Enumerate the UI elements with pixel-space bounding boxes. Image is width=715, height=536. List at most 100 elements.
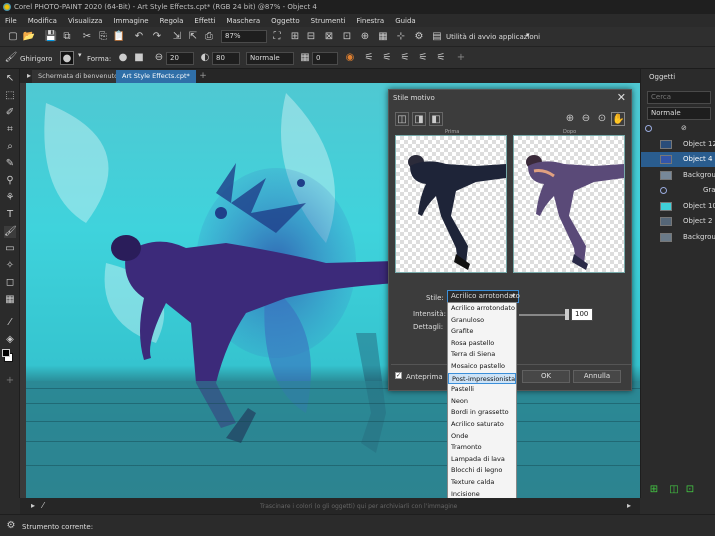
style-option[interactable]: Granuloso bbox=[448, 315, 516, 327]
round-nib-icon[interactable]: ● bbox=[116, 51, 130, 65]
pick-tool-icon[interactable]: ↖ bbox=[4, 73, 16, 85]
style-option[interactable]: Lampada di lava bbox=[448, 454, 516, 466]
rulers-icon[interactable]: ⊡ bbox=[340, 30, 354, 44]
square-nib-icon[interactable]: ■ bbox=[132, 51, 146, 65]
copy-icon[interactable]: ⎘ bbox=[96, 30, 110, 44]
style-option[interactable]: Acrilico arrotondato bbox=[448, 303, 516, 315]
tab-welcome[interactable]: Schermata di benvenuto bbox=[32, 70, 125, 83]
zoom-tool-icon[interactable]: ⌕ bbox=[4, 141, 16, 153]
antialias-icon[interactable]: ◉ bbox=[343, 51, 357, 65]
object-row[interactable]: ⊘ bbox=[641, 121, 715, 136]
menu-guida[interactable]: Guida bbox=[395, 17, 416, 25]
bearing-icon[interactable]: ⚟ bbox=[416, 51, 430, 65]
menu-oggetto[interactable]: Oggetto bbox=[271, 17, 299, 25]
fill-tool-icon[interactable]: ◈ bbox=[4, 334, 16, 346]
rectangle-mask-icon[interactable]: ⬚ bbox=[4, 90, 16, 102]
eyedropper-small-icon[interactable]: ⁄ bbox=[36, 499, 50, 513]
style-option[interactable]: Grafite bbox=[448, 326, 516, 338]
style-option[interactable]: Tramonto bbox=[448, 442, 516, 454]
pressure-icon[interactable]: ⚟ bbox=[380, 51, 394, 65]
zoom-out-icon[interactable]: ⊖ bbox=[579, 112, 593, 126]
single-view-icon[interactable]: ◧ bbox=[429, 112, 443, 126]
preview-checkbox[interactable]: ✓ bbox=[395, 372, 402, 379]
object-row[interactable]: Object 10 bbox=[641, 199, 715, 214]
zoom-fit-dialog-icon[interactable]: ⊙ bbox=[595, 112, 609, 126]
style-option[interactable]: Blocchi di legno bbox=[448, 465, 516, 477]
import-icon[interactable]: ⇲ bbox=[170, 30, 184, 44]
style-option-selected[interactable]: Post-impressionista bbox=[448, 372, 516, 385]
crop-tool-icon[interactable]: ⌗ bbox=[4, 124, 16, 136]
new-tab-icon[interactable]: + bbox=[196, 69, 210, 83]
launcher-chevron-icon[interactable]: ▾ bbox=[526, 31, 530, 39]
object-row[interactable]: Object 12 bbox=[641, 137, 715, 152]
options-gear-icon[interactable]: ⚙ bbox=[412, 30, 426, 44]
eyedropper-icon[interactable]: ⁄ bbox=[4, 317, 16, 329]
panel-blend-mode-select[interactable]: Normale bbox=[647, 107, 711, 120]
object-row[interactable]: Object 2 bbox=[641, 214, 715, 229]
object-row-selected[interactable]: Object 4 bbox=[641, 152, 715, 167]
effect-tool-icon[interactable]: ✧ bbox=[4, 260, 16, 272]
outline-color-swatch[interactable] bbox=[2, 349, 10, 357]
zoom-fit-icon[interactable]: ⛶ bbox=[270, 30, 284, 44]
menu-immagine[interactable]: Immagine bbox=[113, 17, 148, 25]
ok-button[interactable]: OK bbox=[522, 370, 570, 383]
export-icon[interactable]: ⇱ bbox=[186, 30, 200, 44]
style-option[interactable]: Pastelli bbox=[448, 384, 516, 396]
side-view-icon[interactable]: ◨ bbox=[412, 112, 426, 126]
style-option[interactable]: Onde bbox=[448, 431, 516, 443]
guides-icon[interactable]: ⊕ bbox=[358, 30, 372, 44]
intensity-slider-thumb[interactable] bbox=[565, 309, 569, 320]
style-option[interactable]: Neon bbox=[448, 396, 516, 408]
full-screen-icon[interactable]: ⊠ bbox=[322, 30, 336, 44]
size-field[interactable]: 20 bbox=[166, 52, 194, 65]
pan-hand-icon[interactable]: ✋ bbox=[611, 112, 625, 126]
split-view-icon[interactable]: ◫ bbox=[395, 112, 409, 126]
blend-mode-select[interactable]: Normale bbox=[246, 52, 294, 65]
save-icon[interactable]: 💾 bbox=[44, 30, 58, 44]
object-row[interactable]: Background bbox=[641, 230, 715, 245]
freehand-mask-icon[interactable]: ✐ bbox=[4, 107, 16, 119]
eraser-tool-icon[interactable]: ▭ bbox=[4, 243, 16, 255]
clone-tool-icon[interactable]: ⚘ bbox=[4, 192, 16, 204]
menu-finestra[interactable]: Finestra bbox=[356, 17, 384, 25]
menu-regola[interactable]: Regola bbox=[160, 17, 184, 25]
launcher-icon[interactable]: ▤ bbox=[430, 30, 444, 44]
style-chevron-icon[interactable]: ▾ bbox=[511, 291, 515, 302]
undo-icon[interactable]: ↶ bbox=[132, 30, 146, 44]
menu-maschera[interactable]: Maschera bbox=[226, 17, 260, 25]
open-file-icon[interactable]: 📂 bbox=[22, 30, 36, 44]
intensity-slider[interactable] bbox=[519, 314, 567, 316]
object-row[interactable]: Background bbox=[641, 168, 715, 183]
zoom-page-icon[interactable]: ⊟ bbox=[304, 30, 318, 44]
menu-effetti[interactable]: Effetti bbox=[194, 17, 215, 25]
print-icon[interactable]: ⎙ bbox=[202, 30, 216, 44]
transparency-tool-icon[interactable]: ▦ bbox=[4, 294, 16, 306]
visibility-eye-icon[interactable] bbox=[660, 187, 667, 194]
eyedropper-tool-icon[interactable]: ✎ bbox=[4, 158, 16, 170]
zoom-field[interactable]: 87% bbox=[221, 30, 267, 43]
visibility-eye-icon[interactable] bbox=[645, 125, 652, 132]
save-as-icon[interactable]: ⧉ bbox=[60, 30, 74, 44]
intensity-field[interactable]: 100 bbox=[571, 308, 593, 321]
text-tool-icon[interactable]: T bbox=[4, 209, 16, 221]
panel-search-input[interactable]: Cerca bbox=[647, 91, 711, 104]
new-lens-icon[interactable]: ◫ bbox=[667, 483, 681, 497]
style-option[interactable]: Acrilico saturato bbox=[448, 419, 516, 431]
cut-icon[interactable]: ✂ bbox=[80, 30, 94, 44]
redeye-tool-icon[interactable]: ⚲ bbox=[4, 175, 16, 187]
redo-icon[interactable]: ↷ bbox=[150, 30, 164, 44]
scroll-right-icon[interactable]: ▸ bbox=[622, 499, 636, 513]
add-tool-icon[interactable]: + bbox=[4, 375, 16, 387]
shape-tool-icon[interactable]: ◻ bbox=[4, 277, 16, 289]
preset-chevron-icon[interactable]: ▾ bbox=[78, 51, 82, 59]
brush-settings-icon[interactable]: ⚟ bbox=[362, 51, 376, 65]
close-icon[interactable]: ✕ bbox=[617, 91, 626, 104]
paint-tool-icon[interactable]: 🖌 bbox=[4, 226, 17, 238]
menu-modifica[interactable]: Modifica bbox=[28, 17, 57, 25]
rotation-icon[interactable]: ⚟ bbox=[434, 51, 448, 65]
style-option[interactable]: Rosa pastello bbox=[448, 338, 516, 350]
style-option[interactable]: Mosaico pastello bbox=[448, 361, 516, 373]
style-option[interactable]: Terra di Siena bbox=[448, 349, 516, 361]
transparency-field[interactable]: 80 bbox=[212, 52, 240, 65]
snap-icon[interactable]: ⊹ bbox=[394, 30, 408, 44]
